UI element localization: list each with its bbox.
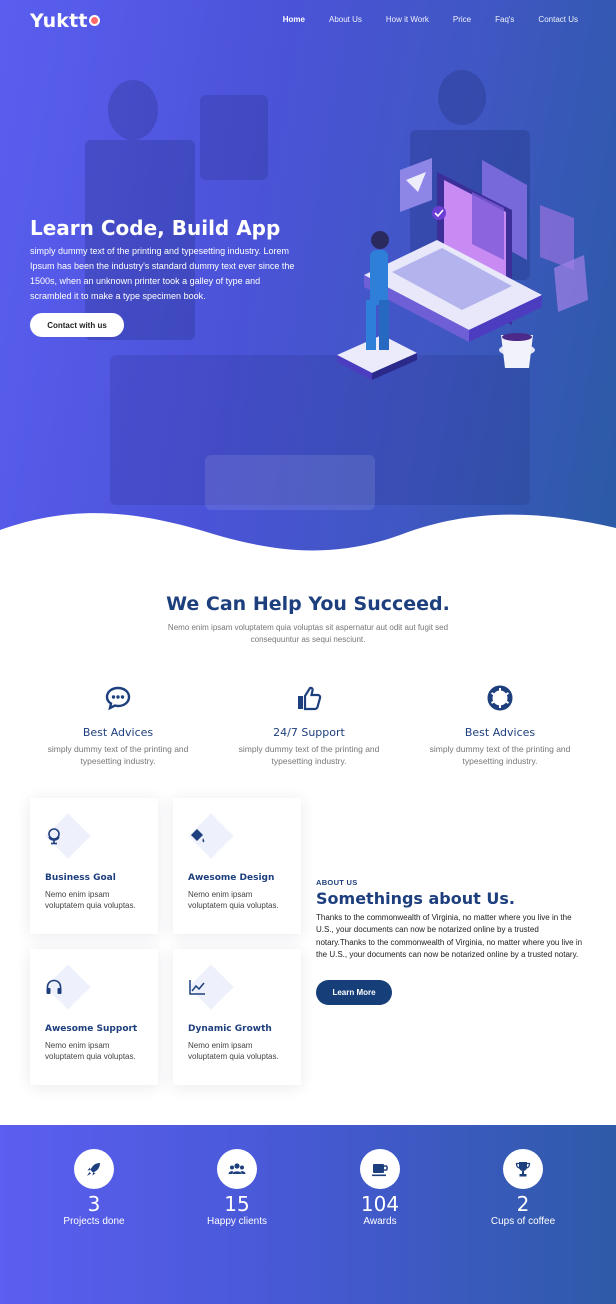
stat-icon-circle xyxy=(360,1149,400,1189)
stat-value: 3 xyxy=(87,1192,101,1216)
nav-how-it-work[interactable]: How it Work xyxy=(386,15,429,24)
card-dynamic-growth[interactable]: Dynamic Growth Nemo enim ipsam voluptate… xyxy=(173,949,301,1085)
feature-title: Best Advices xyxy=(464,726,536,739)
stat-label: Cups of coffee xyxy=(490,1216,556,1227)
stat-awards: 104 Awards xyxy=(315,1149,445,1227)
stat-icon-circle xyxy=(503,1149,543,1189)
stat-cups-of-coffee: 2 Cups of coffee xyxy=(458,1149,588,1227)
stat-value: 15 xyxy=(224,1192,250,1216)
stat-label: Happy clients xyxy=(206,1216,268,1227)
users-icon xyxy=(228,1163,246,1174)
nav-about-us[interactable]: About Us xyxy=(329,15,362,24)
feature-text: simply dummy text of the printing and ty… xyxy=(429,744,571,766)
brand-logo[interactable]: Yuktt xyxy=(30,10,100,32)
card-business-goal[interactable]: Business Goal Nemo enim ipsam voluptatem… xyxy=(30,798,158,934)
thumbs-up-icon xyxy=(298,686,322,711)
hero-description: simply dummy text of the printing and ty… xyxy=(30,246,295,301)
learn-more-button[interactable]: Learn More xyxy=(316,980,392,1005)
card-text: Nemo enim ipsam voluptatem quia voluptas… xyxy=(45,1041,136,1061)
about-label: ABOUT US xyxy=(316,878,358,887)
bg-person-shape xyxy=(108,80,158,140)
help-section-subtitle: Nemo enim ipsam voluptatem quia voluptas… xyxy=(167,623,449,644)
card-awesome-support[interactable]: Awesome Support Nemo enim ipsam voluptat… xyxy=(30,949,158,1085)
help-section-title: We Can Help You Succeed. xyxy=(166,593,450,615)
card-title: Dynamic Growth xyxy=(188,1024,272,1034)
nav-contact-us[interactable]: Contact Us xyxy=(538,15,578,24)
feature-text: simply dummy text of the printing and ty… xyxy=(47,744,189,766)
landing-page: Yuktt Home About Us How it Work Price Fa… xyxy=(0,0,616,1304)
feature-text: simply dummy text of the printing and ty… xyxy=(238,744,380,766)
hero-title: Learn Code, Build App xyxy=(30,216,281,240)
bg-frame-shape xyxy=(200,95,268,180)
nav-faqs[interactable]: Faq's xyxy=(495,15,514,24)
card-text: Nemo enim ipsam voluptatem quia voluptas… xyxy=(45,890,136,910)
contact-button[interactable]: Contact with us xyxy=(30,313,124,337)
paint-bucket-icon xyxy=(191,829,205,843)
stat-happy-clients: 15 Happy clients xyxy=(172,1149,302,1227)
hero-wave-divider xyxy=(0,513,616,560)
globe-icon xyxy=(48,828,60,845)
feature-support: 24/7 Support simply dummy text of the pr… xyxy=(229,685,389,767)
stat-label: Awards xyxy=(363,1216,397,1227)
stat-label: Projects done xyxy=(63,1216,125,1227)
nav-price[interactable]: Price xyxy=(453,15,471,24)
laptop-illustration xyxy=(337,158,588,380)
nav-home[interactable]: Home xyxy=(283,15,305,24)
brand-name: Yuktt xyxy=(30,10,88,32)
stats-section: 3 Projects done 15 Happy clients 104 Awa… xyxy=(0,1125,616,1304)
trophy-icon xyxy=(515,1162,531,1177)
card-awesome-design[interactable]: Awesome Design Nemo enim ipsam voluptate… xyxy=(173,798,301,934)
feature-best-advices: Best Advices simply dummy text of the pr… xyxy=(38,685,198,767)
main-nav: Home About Us How it Work Price Faq's Co… xyxy=(259,15,578,24)
feature-best-advices-2: Best Advices simply dummy text of the pr… xyxy=(420,685,580,767)
about-title: Somethings about Us. xyxy=(316,889,515,908)
logo-dot-icon xyxy=(88,14,100,26)
coffee-cup-icon xyxy=(372,1164,388,1177)
stat-projects-done: 3 Projects done xyxy=(29,1149,159,1227)
hero-section: Yuktt Home About Us How it Work Price Fa… xyxy=(0,0,616,560)
headphones-icon xyxy=(46,979,62,994)
feature-title: 24/7 Support xyxy=(273,726,345,739)
bg-person-shape xyxy=(438,70,486,125)
bg-person-shape xyxy=(85,140,195,340)
feature-title: Best Advices xyxy=(82,726,154,739)
stat-icon-circle xyxy=(74,1149,114,1189)
about-text: Thanks to the commonwealth of Virginia, … xyxy=(316,913,583,959)
stat-icon-circle xyxy=(217,1149,257,1189)
line-chart-icon xyxy=(189,980,205,995)
rocket-icon xyxy=(87,1163,100,1176)
card-title: Awesome Support xyxy=(45,1024,138,1034)
card-text: Nemo enim ipsam voluptatem quia voluptas… xyxy=(188,1041,279,1061)
aperture-icon xyxy=(487,685,513,711)
card-text: Nemo enim ipsam voluptatem quia voluptas… xyxy=(188,890,279,910)
card-title: Awesome Design xyxy=(188,873,275,883)
card-title: Business Goal xyxy=(45,873,116,883)
chat-bubble-icon xyxy=(105,686,131,711)
stat-value: 2 xyxy=(516,1192,530,1216)
stat-value: 104 xyxy=(360,1192,400,1216)
